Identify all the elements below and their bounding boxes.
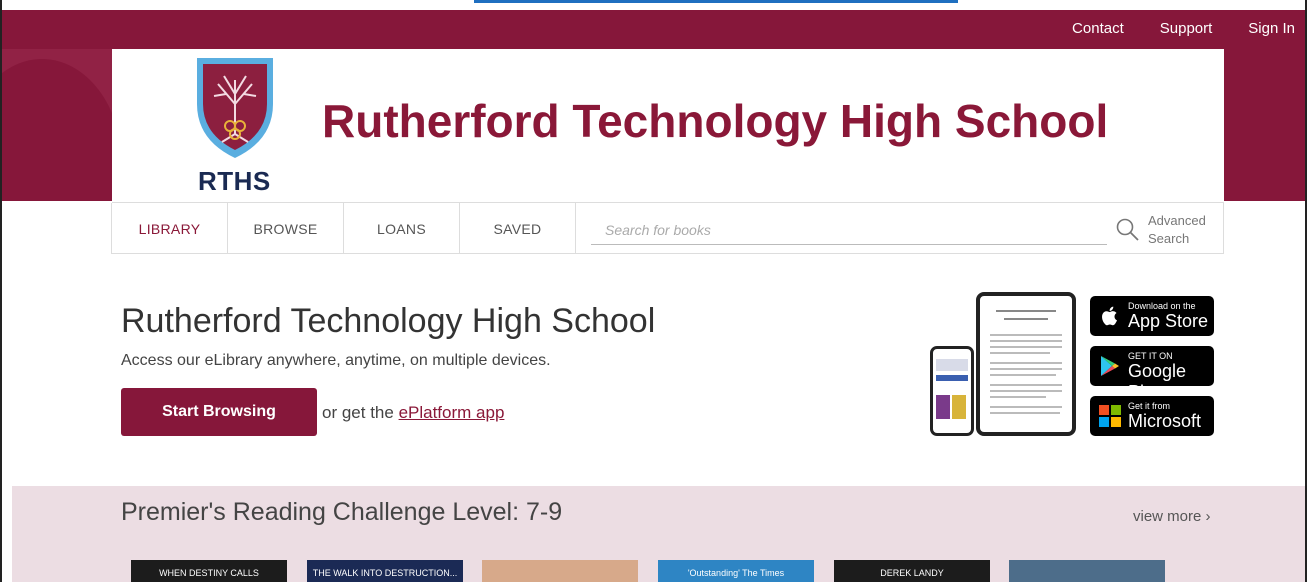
microsoft-caption: Get it from: [1128, 401, 1171, 411]
tablet-illustration: [976, 292, 1076, 436]
library-nav: LIBRARY BROWSE LOANS SAVED Advanced Sear…: [111, 202, 1224, 254]
search-field-wrapper: [591, 217, 1107, 245]
apple-icon: [1102, 306, 1117, 326]
phone-book-thumb-2: [952, 395, 966, 419]
view-more-link[interactable]: view more ›: [1133, 508, 1211, 525]
tablet-text-line: [990, 334, 1062, 336]
microsoft-name: Microsoft: [1128, 411, 1202, 431]
microsoft-icon: [1099, 405, 1121, 427]
intro-subtitle: Access our eLibrary anywhere, anytime, o…: [121, 352, 551, 369]
nav-tabs: LIBRARY BROWSE LOANS SAVED: [111, 203, 576, 254]
app-store-caption: Download on the: [1128, 301, 1196, 311]
tablet-text-line: [1004, 318, 1048, 320]
phone-illustration: [930, 346, 974, 436]
phone-screen-bar: [936, 375, 968, 381]
book-cover-text: DEREK LANDY: [880, 568, 944, 578]
tab-browse[interactable]: BROWSE: [227, 203, 344, 254]
school-crest-logo: [197, 58, 273, 158]
book-cover[interactable]: THE WALK INTO DESTRUCTION...: [307, 560, 463, 582]
book-cover[interactable]: 'Outstanding' The Times: [658, 560, 814, 582]
phone-screen-block: [936, 359, 968, 371]
tab-loans[interactable]: LOANS: [343, 203, 460, 254]
tablet-text-line: [990, 396, 1046, 398]
search-input[interactable]: [591, 217, 1107, 243]
nav-divider: [1223, 203, 1224, 254]
tablet-text-line: [996, 310, 1056, 312]
book-cover[interactable]: DEREK LANDY: [834, 560, 990, 582]
book-cover-text: 'Outstanding' The Times: [687, 568, 785, 578]
book-cover[interactable]: [482, 560, 638, 582]
reading-challenge-section: Premier's Reading Challenge Level: 7-9 v…: [12, 486, 1305, 582]
app-promo-text: or get the ePlatform app: [322, 403, 504, 423]
google-play-icon: [1101, 356, 1119, 376]
tablet-text-line: [990, 412, 1060, 414]
top-accent-bar: [474, 0, 958, 3]
tablet-text-line: [990, 340, 1062, 342]
sign-in-link[interactable]: Sign In: [1248, 20, 1295, 37]
tablet-text-line: [990, 362, 1062, 364]
advanced-search-label-1: Advanced: [1148, 213, 1206, 228]
app-store-badge[interactable]: Download on the App Store: [1090, 296, 1214, 336]
tablet-text-line: [990, 390, 1062, 392]
google-play-caption: GET IT ON: [1128, 351, 1173, 361]
advanced-search-link[interactable]: Advanced Search: [1148, 212, 1206, 248]
google-play-badge[interactable]: GET IT ON Google Play: [1090, 346, 1214, 402]
app-store-name: App Store: [1128, 311, 1209, 331]
start-browsing-button[interactable]: Start Browsing: [121, 388, 317, 436]
microsoft-store-badge[interactable]: Get it from Microsoft: [1090, 396, 1214, 436]
school-title: Rutherford Technology High School: [322, 95, 1109, 147]
tablet-text-line: [990, 352, 1050, 354]
browser-frame: Contact Support Sign In RTHS Rutherford …: [0, 0, 1307, 582]
intro-title: Rutherford Technology High School: [121, 302, 656, 340]
phone-book-thumb: [936, 395, 950, 419]
tab-saved[interactable]: SAVED: [459, 203, 576, 254]
app-promo-prefix: or get the: [322, 403, 399, 422]
eplatform-app-link[interactable]: ePlatform app: [399, 403, 505, 422]
top-links: Contact Support Sign In: [1072, 20, 1295, 37]
book-cover[interactable]: WHEN DESTINY CALLS: [131, 560, 287, 582]
support-link[interactable]: Support: [1160, 20, 1213, 37]
advanced-search-label-2: Search: [1148, 231, 1190, 246]
contact-link[interactable]: Contact: [1072, 20, 1124, 37]
book-cover[interactable]: [1009, 560, 1165, 582]
tablet-text-line: [990, 374, 1056, 376]
tablet-text-line: [990, 406, 1062, 408]
book-cover-text: WHEN DESTINY CALLS: [159, 568, 259, 578]
top-bar: Contact Support Sign In: [2, 10, 1305, 49]
crest-abbreviation: RTHS: [198, 166, 271, 196]
tablet-text-line: [990, 368, 1062, 370]
tablet-text-line: [990, 384, 1062, 386]
search-icon[interactable]: [1115, 217, 1141, 243]
tablet-text-line: [990, 346, 1062, 348]
tab-library[interactable]: LIBRARY: [111, 203, 228, 254]
reading-challenge-title: Premier's Reading Challenge Level: 7-9: [121, 498, 563, 526]
book-cover-text: THE WALK INTO DESTRUCTION...: [312, 568, 458, 578]
